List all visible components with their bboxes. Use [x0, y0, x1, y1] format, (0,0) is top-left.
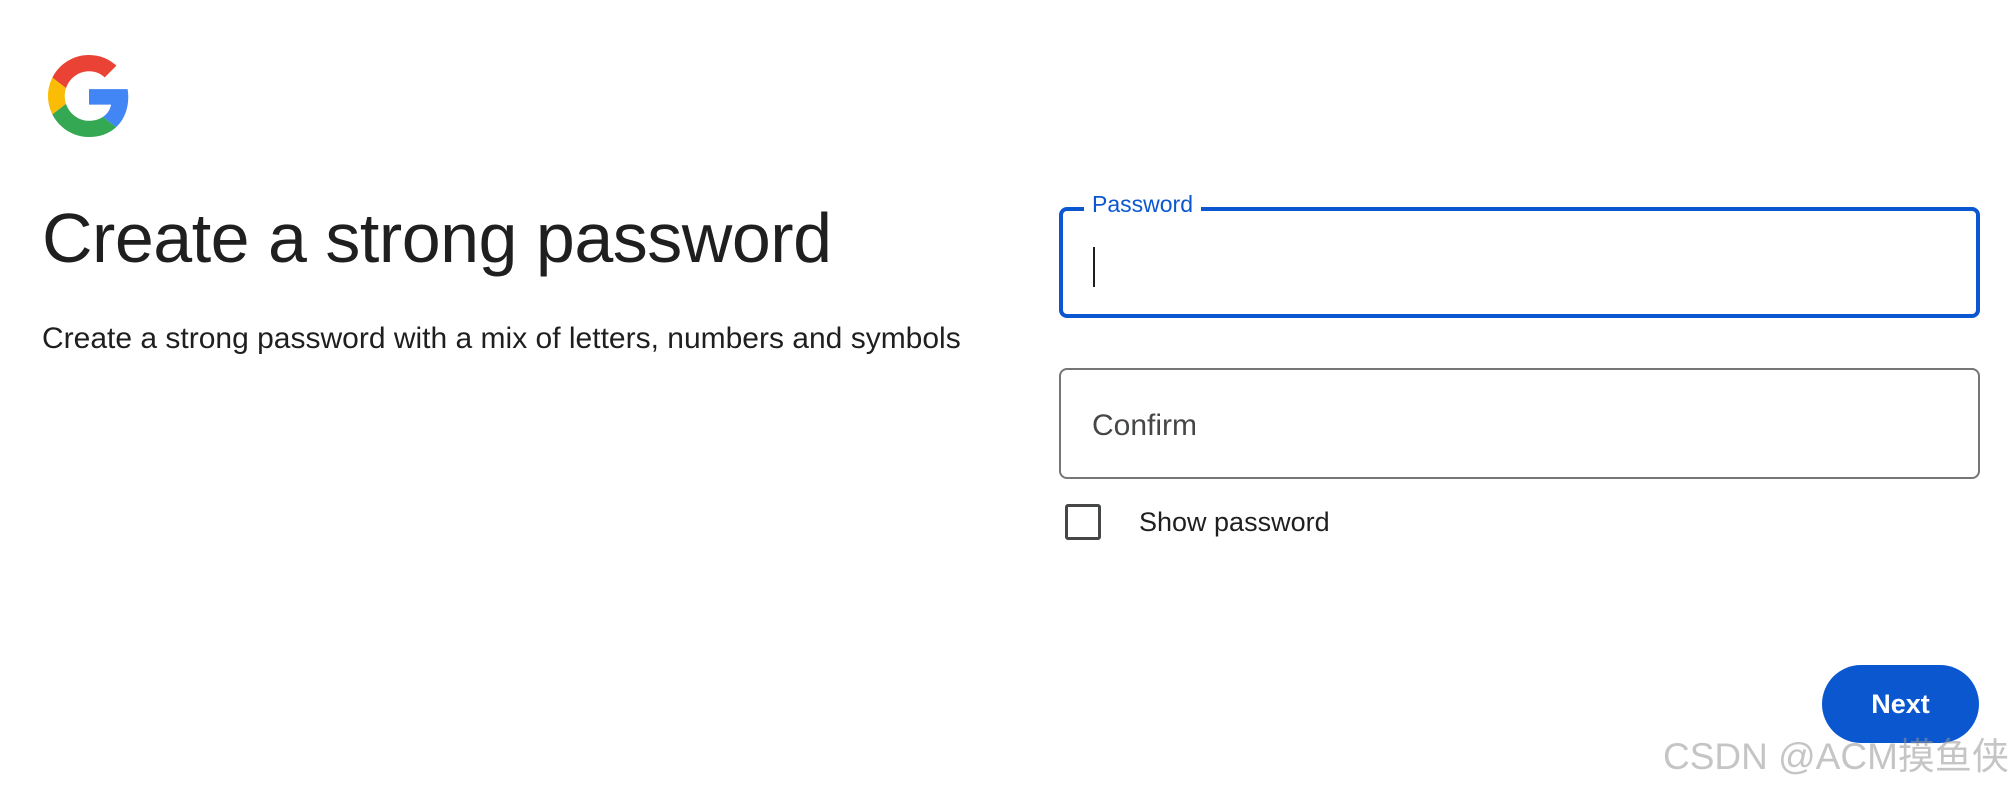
page-description: Create a strong password with a mix of l… [42, 322, 961, 355]
create-password-page: Create a strong password Create a strong… [0, 0, 2011, 791]
watermark-text: CSDN @ACM摸鱼侠 [1663, 736, 2009, 777]
text-cursor [1093, 247, 1095, 287]
show-password-checkbox[interactable] [1065, 504, 1101, 540]
next-button[interactable]: Next [1822, 665, 1979, 743]
confirm-field[interactable]: Confirm [1059, 368, 1980, 479]
page-title: Create a strong password [42, 199, 832, 277]
google-logo-icon [48, 55, 130, 137]
password-field-label: Password [1084, 189, 1201, 219]
show-password-label[interactable]: Show password [1139, 504, 1330, 540]
show-password-row[interactable]: Show password [1065, 502, 1330, 542]
password-field[interactable]: Password [1059, 189, 1980, 318]
confirm-field-placeholder: Confirm [1092, 409, 1198, 442]
